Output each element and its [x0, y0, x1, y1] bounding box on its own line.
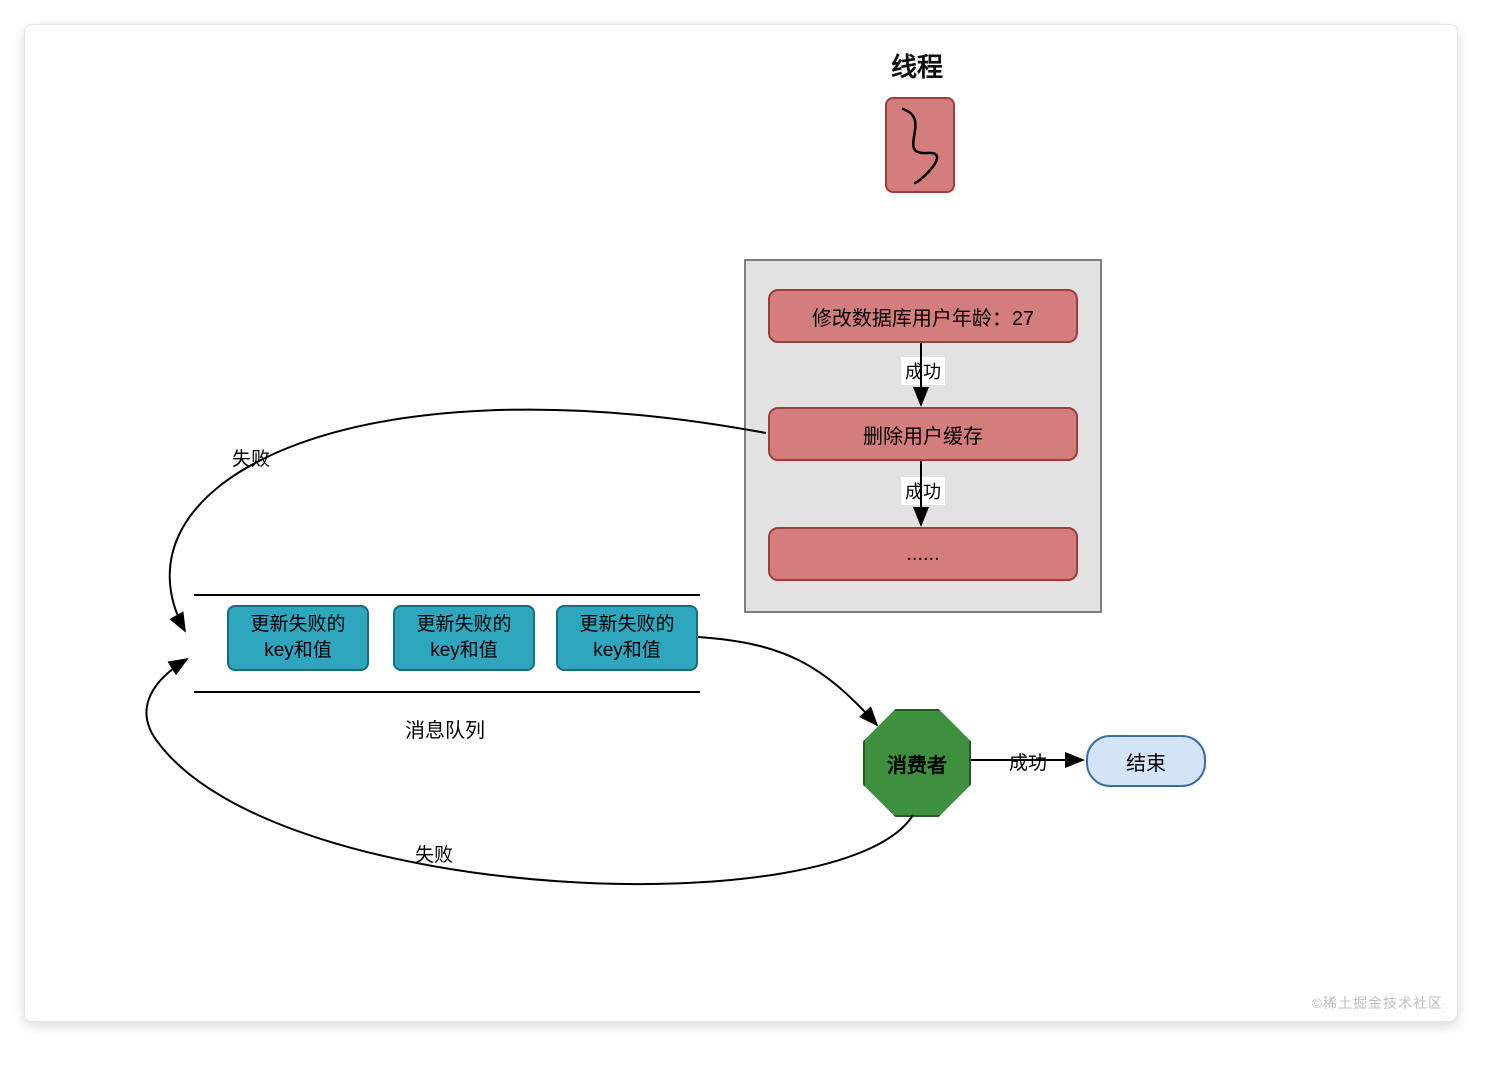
thread-title: 线程	[891, 47, 943, 84]
thread-icon	[885, 97, 955, 193]
end-node: 结束	[1086, 735, 1206, 787]
end-label: 结束	[1126, 747, 1166, 776]
queue-top-line	[194, 594, 700, 596]
consumer-node: 消费者	[863, 709, 971, 817]
queue-item-label: 更新失败的 key和值	[579, 612, 674, 663]
fail-label-top: 失败	[232, 444, 270, 471]
queue-item-label: 更新失败的 key和值	[416, 612, 511, 663]
queue-bottom-line	[194, 691, 700, 693]
diagram-canvas: 线程 修改数据库用户年龄：27 成功 删除用户缓存 成功 ...... 更新失败…	[24, 24, 1458, 1022]
thread-curve-icon	[893, 105, 947, 185]
consumer-label: 消费者	[887, 749, 947, 778]
watermark: ©稀土掘金技术社区	[1312, 993, 1443, 1013]
edge-success-1: 成功	[901, 357, 945, 385]
queue-label: 消息队列	[405, 714, 485, 743]
step-more: ......	[768, 527, 1078, 581]
success-label-end: 成功	[1009, 748, 1047, 775]
queue-item-label: 更新失败的 key和值	[250, 612, 345, 663]
queue-item-2: 更新失败的 key和值	[393, 605, 535, 671]
step-delete-cache: 删除用户缓存	[768, 407, 1078, 461]
step-modify-db: 修改数据库用户年龄：27	[768, 289, 1078, 343]
queue-item-1: 更新失败的 key和值	[227, 605, 369, 671]
queue-item-3: 更新失败的 key和值	[556, 605, 698, 671]
fail-label-bottom: 失败	[415, 840, 453, 867]
arrows-layer	[25, 25, 1457, 1021]
edge-success-2: 成功	[901, 477, 945, 505]
